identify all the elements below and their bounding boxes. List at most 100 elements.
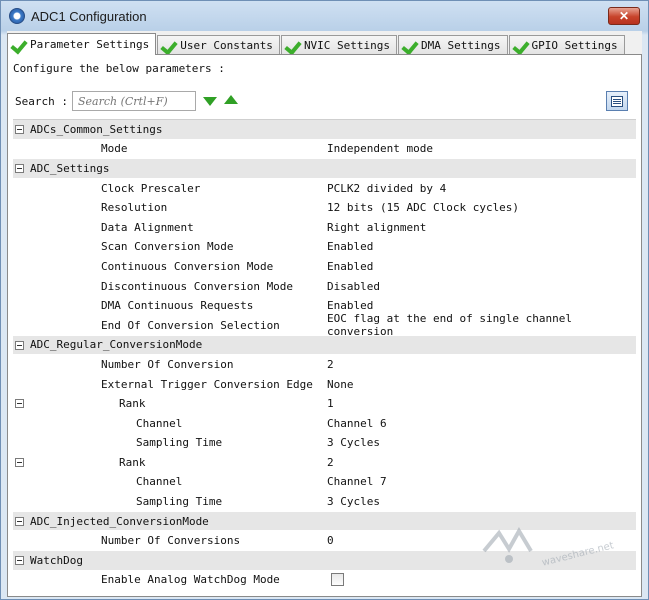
tree-param-row[interactable]: Number Of Conversions 0 [13,531,636,552]
window-title: ADC1 Configuration [31,8,147,24]
tab-user-constants[interactable]: User Constants [157,35,280,55]
param-value-cell[interactable]: 2 [323,355,636,374]
group-label: ADC_Injected_ConversionMode [30,514,209,528]
tab-nvic-settings[interactable]: NVIC Settings [280,35,398,55]
param-name-cell: Discontinuous Conversion Mode [13,276,323,296]
param-value-cell[interactable]: Disabled [323,276,636,296]
tab-dma-settings[interactable]: DMA Settings [398,35,508,55]
tree-param-row[interactable]: Data Alignment Right alignment [13,217,636,238]
param-value-cell[interactable]: 3 Cycles [323,433,636,453]
group-label: ADCs_Common_Settings [30,122,163,136]
tree-param-row[interactable]: End Of Conversion Selection EOC flag at t… [13,312,636,338]
param-value-cell[interactable]: 12 bits (15 ADC Clock cycles) [323,198,636,217]
view-toggle-button[interactable] [606,91,628,111]
param-name-cell: Clock Prescaler [13,178,323,198]
search-previous-arrow-up-icon[interactable] [223,94,238,108]
param-value-cell[interactable]: Right alignment [323,217,636,237]
list-view-icon [611,95,623,107]
tree-param-row[interactable]: External Trigger Conversion Edge None [13,374,636,395]
collapse-icon[interactable] [15,556,24,566]
collapse-icon[interactable] [15,340,24,350]
tree-group-row[interactable]: ADC_Injected_ConversionMode [13,511,636,532]
param-value-cell[interactable]: Channel 7 [323,472,636,492]
tree-param-row[interactable]: Sampling Time 3 Cycles [13,433,636,454]
param-value-cell[interactable]: EOC flag at the end of single channel co… [323,312,636,338]
collapse-icon[interactable] [15,164,24,174]
param-name-cell: Resolution [13,198,323,217]
tree-param-row[interactable]: Mode Independent mode [13,139,636,160]
tab-bar: Parameter Settings User Constants NVIC Set… [7,33,626,55]
param-name: Number Of Conversions [101,534,241,548]
param-value-cell[interactable]: PCLK2 divided by 4 [323,178,636,198]
title-bar[interactable]: ADC1 Configuration ✕ [1,1,648,31]
param-value: 3 Cycles [327,495,380,509]
param-value: 12 bits (15 ADC Clock cycles) [327,201,520,215]
param-value: Independent mode [327,142,433,156]
search-input[interactable] [71,91,196,111]
param-name-cell: Channel [13,413,323,433]
tree-param-row[interactable]: Number Of Conversion 2 [13,355,636,375]
param-name: Sampling Time [136,495,223,509]
search-next-arrow-down-icon[interactable] [202,94,217,108]
tree-param-row[interactable]: Discontinuous Conversion Mode Disabled [13,276,636,297]
enable-watchdog-checkbox[interactable] [331,573,344,587]
tree-param-row[interactable]: Scan Conversion Mode Enabled [13,237,636,258]
collapse-icon[interactable] [15,458,24,468]
param-value-cell[interactable]: 2 [323,453,636,472]
param-name: End Of Conversion Selection [101,318,280,332]
param-value-cell[interactable]: 0 [323,531,636,551]
tree-param-row[interactable]: Enable Analog WatchDog Mode [13,570,636,591]
collapse-icon[interactable] [15,516,24,526]
param-name-cell: Sampling Time [13,433,323,453]
tree-param-row[interactable]: Clock Prescaler PCLK2 divided by 4 [13,178,636,199]
param-value: None [327,377,354,391]
param-value-cell[interactable]: Enabled [323,257,636,276]
param-name: Clock Prescaler [101,181,201,195]
param-name-cell: Rank [13,394,323,413]
param-value: 2 [327,357,334,371]
intro-text: Configure the below parameters : [13,62,225,75]
collapse-icon[interactable] [15,125,24,134]
parameter-settings-panel: Configure the below parameters : Search … [7,54,642,597]
tab-label: Parameter Settings [30,38,150,51]
param-value: Channel 6 [327,416,387,430]
tree-param-row[interactable]: Channel Channel 7 [13,472,636,493]
close-button[interactable]: ✕ [608,7,640,25]
param-value-cell[interactable]: Channel 6 [323,413,636,433]
tab-parameter-settings[interactable]: Parameter Settings [7,33,157,55]
tree-param-row[interactable]: Sampling Time 3 Cycles [13,492,636,512]
param-value-cell[interactable] [323,570,636,590]
param-value-cell[interactable]: Independent mode [323,139,636,159]
param-name: External Trigger Conversion Edge [101,377,313,391]
param-name: Number Of Conversion [101,357,234,371]
param-value-cell[interactable]: 3 Cycles [323,492,636,511]
param-value-cell[interactable]: 1 [323,394,636,413]
tree-group-row[interactable]: ADC_Settings [13,159,636,179]
app-icon [9,8,25,24]
collapse-icon[interactable] [15,399,24,409]
group-label: WatchDog [30,553,83,567]
dialog-client: Parameter Settings User Constants NVIC Set… [7,31,642,597]
param-name: Continuous Conversion Mode [101,259,274,273]
tab-label: GPIO Settings [531,39,618,52]
tree-group-row[interactable]: WatchDog [13,551,636,571]
checkmark-icon [402,39,418,53]
tree-param-row[interactable]: Channel Channel 6 [13,413,636,434]
tree-group-row[interactable]: ADC_Regular_ConversionMode [13,335,636,356]
param-value: Disabled [327,279,380,293]
param-name-cell: Continuous Conversion Mode [13,257,323,276]
param-name-cell: Number Of Conversion [13,355,323,374]
param-value: 3 Cycles [327,436,380,450]
param-value: Enabled [327,299,374,313]
param-value: 1 [327,397,334,411]
tree-subgroup-row[interactable]: Rank 2 [13,453,636,473]
group-label: ADC_Regular_ConversionMode [30,338,203,352]
tree-param-row[interactable]: Resolution 12 bits (15 ADC Clock cycles) [13,198,636,218]
param-value-cell[interactable]: None [323,374,636,394]
tab-gpio-settings[interactable]: GPIO Settings [508,35,625,55]
tree-param-row[interactable]: Continuous Conversion Mode Enabled [13,257,636,277]
tree-group-row[interactable]: ADCs_Common_Settings [13,120,636,140]
param-name-cell: End Of Conversion Selection [13,315,323,335]
tree-subgroup-row[interactable]: Rank 1 [13,394,636,414]
param-value-cell[interactable]: Enabled [323,237,636,257]
